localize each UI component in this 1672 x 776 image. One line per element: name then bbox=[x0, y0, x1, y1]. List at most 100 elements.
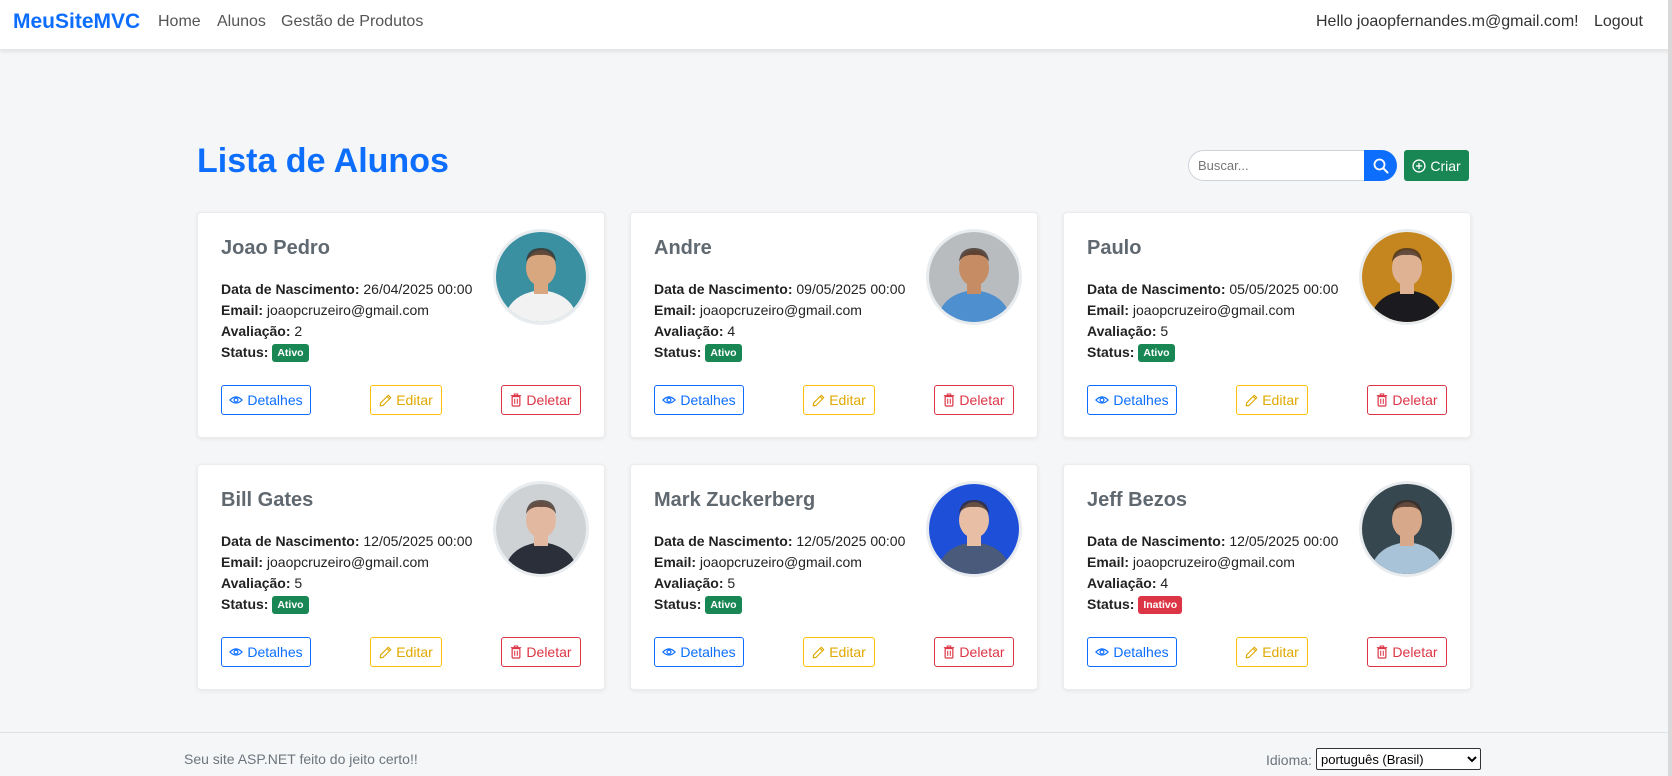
edit-button[interactable]: Editar bbox=[370, 637, 442, 667]
create-button-label: Criar bbox=[1430, 157, 1461, 174]
rating-label: Avaliação: bbox=[1087, 575, 1157, 591]
details-button-label: Detalhes bbox=[1113, 392, 1169, 408]
email-label: Email: bbox=[1087, 302, 1130, 318]
rating-label: Avaliação: bbox=[221, 323, 291, 339]
pencil-icon bbox=[379, 646, 392, 658]
birth-label: Data de Nascimento: bbox=[1087, 533, 1226, 549]
status-label: Status: bbox=[654, 596, 702, 612]
status-label: Status: bbox=[221, 344, 269, 360]
person-photo-icon bbox=[496, 484, 586, 574]
edit-button-label: Editar bbox=[396, 392, 433, 408]
details-button[interactable]: Detalhes bbox=[654, 385, 744, 415]
student-info: Data de Nascimento: 26/04/2025 00:00 Ema… bbox=[221, 279, 472, 363]
student-card: Bill Gates Data de Nascimento: 12/05/202… bbox=[197, 464, 605, 690]
trash-icon bbox=[944, 645, 955, 659]
student-info: Data de Nascimento: 09/05/2025 00:00 Ema… bbox=[654, 279, 905, 363]
create-button[interactable]: Criar bbox=[1404, 150, 1469, 181]
birth-value: 05/05/2025 00:00 bbox=[1229, 281, 1339, 297]
student-info: Data de Nascimento: 12/05/2025 00:00 Ema… bbox=[221, 531, 472, 615]
email-label: Email: bbox=[654, 302, 697, 318]
student-avatar bbox=[493, 229, 589, 325]
details-button[interactable]: Detalhes bbox=[654, 637, 744, 667]
status-badge: Ativo bbox=[705, 344, 742, 362]
details-button-label: Detalhes bbox=[680, 644, 736, 660]
edit-button-label: Editar bbox=[829, 392, 866, 408]
nav-produtos-link[interactable]: Gestão de Produtos bbox=[281, 13, 423, 31]
footer: Seu site ASP.NET feito do jeito certo!! … bbox=[0, 732, 1668, 776]
status-badge: Ativo bbox=[705, 596, 742, 614]
status-badge: Ativo bbox=[272, 344, 309, 362]
email-label: Email: bbox=[1087, 554, 1130, 570]
birth-value: 12/05/2025 00:00 bbox=[363, 533, 473, 549]
eye-icon bbox=[662, 648, 677, 656]
status-badge: Inativo bbox=[1138, 596, 1183, 614]
email-value: joaopcruzeiro@gmail.com bbox=[266, 302, 429, 318]
delete-button-label: Deletar bbox=[526, 644, 572, 660]
search-icon bbox=[1373, 158, 1388, 173]
details-button[interactable]: Detalhes bbox=[1087, 637, 1177, 667]
delete-button-label: Deletar bbox=[1392, 392, 1438, 408]
edit-button[interactable]: Editar bbox=[803, 385, 875, 415]
user-greeting-link[interactable]: Hello joaopfernandes.m@gmail.com! bbox=[1316, 13, 1579, 31]
rating-label: Avaliação: bbox=[1087, 323, 1157, 339]
details-button-label: Detalhes bbox=[1113, 644, 1169, 660]
trash-icon bbox=[1377, 645, 1388, 659]
student-info: Data de Nascimento: 12/05/2025 00:00 Ema… bbox=[1087, 531, 1338, 615]
top-navbar: MeuSiteMVC Home Alunos Gestão de Produto… bbox=[0, 0, 1672, 50]
details-button[interactable]: Detalhes bbox=[221, 385, 311, 415]
person-photo-icon bbox=[496, 232, 586, 322]
pencil-icon bbox=[812, 646, 825, 658]
delete-button[interactable]: Deletar bbox=[501, 385, 581, 415]
pencil-icon bbox=[379, 394, 392, 406]
nav-home-link[interactable]: Home bbox=[158, 13, 201, 31]
eye-icon bbox=[229, 396, 244, 404]
trash-icon bbox=[511, 645, 522, 659]
student-avatar bbox=[493, 481, 589, 577]
student-avatar bbox=[926, 229, 1022, 325]
student-name: Bill Gates bbox=[221, 489, 314, 511]
delete-button[interactable]: Deletar bbox=[934, 637, 1014, 667]
scrollbar[interactable] bbox=[1668, 0, 1672, 776]
pencil-icon bbox=[1245, 394, 1258, 406]
birth-label: Data de Nascimento: bbox=[654, 533, 793, 549]
student-info: Data de Nascimento: 12/05/2025 00:00 Ema… bbox=[654, 531, 905, 615]
edit-button[interactable]: Editar bbox=[803, 637, 875, 667]
rating-label: Avaliação: bbox=[221, 575, 291, 591]
pencil-icon bbox=[1245, 646, 1258, 658]
edit-button[interactable]: Editar bbox=[1236, 637, 1308, 667]
delete-button[interactable]: Deletar bbox=[501, 637, 581, 667]
nav-alunos-link[interactable]: Alunos bbox=[217, 13, 266, 31]
birth-value: 12/05/2025 00:00 bbox=[796, 533, 906, 549]
delete-button-label: Deletar bbox=[959, 392, 1005, 408]
edit-button[interactable]: Editar bbox=[1236, 385, 1308, 415]
rating-value: 5 bbox=[727, 575, 736, 591]
search-input[interactable] bbox=[1188, 150, 1364, 181]
delete-button[interactable]: Deletar bbox=[1367, 385, 1447, 415]
details-button[interactable]: Detalhes bbox=[221, 637, 311, 667]
search-button[interactable] bbox=[1364, 150, 1397, 181]
eye-icon bbox=[1095, 396, 1110, 404]
language-select[interactable]: português (Brasil) bbox=[1316, 748, 1481, 770]
status-label: Status: bbox=[221, 596, 269, 612]
footer-text: Seu site ASP.NET feito do jeito certo!! bbox=[184, 751, 418, 767]
birth-value: 12/05/2025 00:00 bbox=[1229, 533, 1339, 549]
delete-button[interactable]: Deletar bbox=[934, 385, 1014, 415]
logout-link[interactable]: Logout bbox=[1594, 13, 1643, 31]
email-value: joaopcruzeiro@gmail.com bbox=[266, 554, 429, 570]
status-label: Status: bbox=[1087, 596, 1135, 612]
language-label: Idioma: bbox=[1266, 752, 1312, 768]
person-photo-icon bbox=[929, 232, 1019, 322]
details-button[interactable]: Detalhes bbox=[1087, 385, 1177, 415]
student-name: Joao Pedro bbox=[221, 237, 330, 259]
rating-value: 5 bbox=[294, 575, 303, 591]
trash-icon bbox=[944, 393, 955, 407]
brand-link[interactable]: MeuSiteMVC bbox=[13, 10, 140, 34]
details-button-label: Detalhes bbox=[680, 392, 736, 408]
trash-icon bbox=[511, 393, 522, 407]
edit-button[interactable]: Editar bbox=[370, 385, 442, 415]
delete-button[interactable]: Deletar bbox=[1367, 637, 1447, 667]
page-title: Lista de Alunos bbox=[197, 142, 449, 180]
student-name: Paulo bbox=[1087, 237, 1142, 259]
edit-button-label: Editar bbox=[829, 644, 866, 660]
student-card: Jeff Bezos Data de Nascimento: 12/05/202… bbox=[1063, 464, 1471, 690]
